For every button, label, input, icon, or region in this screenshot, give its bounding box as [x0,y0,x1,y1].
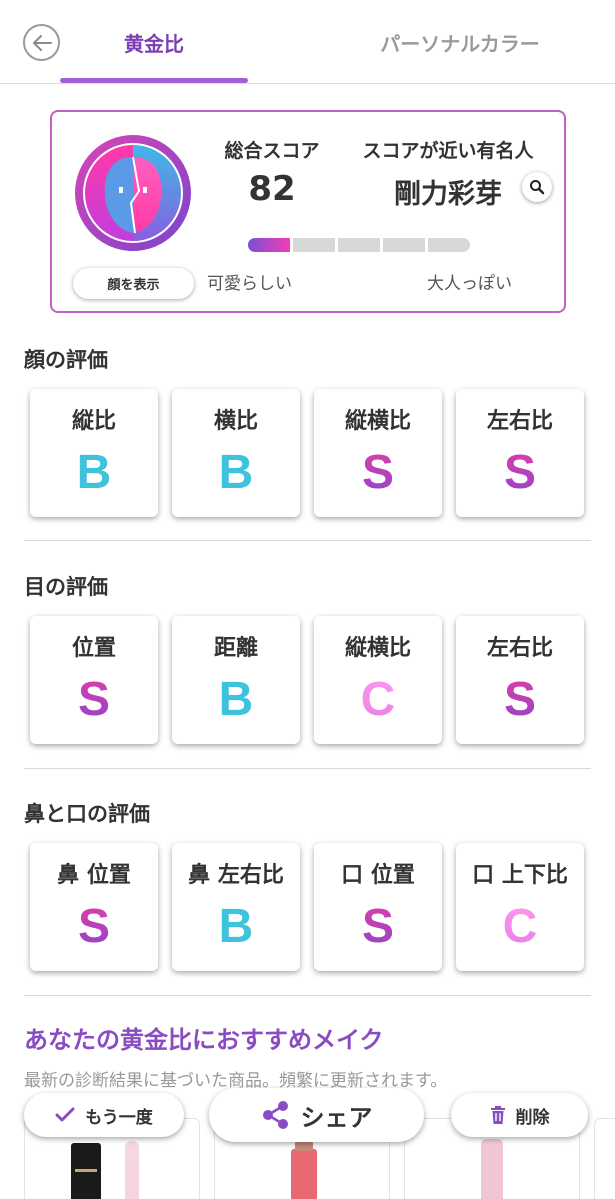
arrow-left-icon [32,34,52,51]
trash-icon [490,1106,506,1124]
grade-value: B [76,446,112,499]
search-icon [530,180,545,195]
section-title-nose-mouth: 鼻と口の評価 [24,802,150,826]
recommendation-title: あなたの黄金比におすすめメイク [24,1026,384,1054]
section-title-eyes: 目の評価 [24,575,108,599]
grade-value: B [218,900,254,953]
grade-label: 横比 [213,409,258,434]
grade-label: 口 位置 [341,863,415,888]
grade-card[interactable]: 位置 S [30,616,158,744]
scale-segment [293,238,335,252]
grade-card[interactable]: 鼻 左右比 B [172,843,300,971]
score-card: 顔を表示 総合スコア 82 スコアが近い有名人 剛力彩芽 可愛らしい 大人っぽい [50,110,566,313]
similar-celebrity-label: スコアが近い有名人 [362,140,534,162]
grade-value: S [456,445,584,500]
grade-card[interactable]: 縦横比 C [314,616,442,744]
grade-card[interactable]: 縦横比 S [314,389,442,517]
scale-label-mature: 大人っぽい [427,274,512,294]
scale-segment [338,238,380,252]
total-score-value: 82 [248,169,296,209]
tab-personal-color[interactable]: パーソナルカラー [340,28,580,58]
grade-card[interactable]: 距離 B [172,616,300,744]
grade-card[interactable]: 左右比 S [456,389,584,517]
delete-button[interactable]: 削除 [451,1093,588,1137]
grade-label: 左右比 [486,636,553,661]
divider [24,995,591,996]
grade-row-nose-mouth: 鼻 位置 S 鼻 左右比 B 口 位置 S 口 上下比 C [30,843,585,971]
share-button[interactable]: シェア [209,1088,424,1142]
grade-card[interactable]: 口 上下比 C [456,843,584,971]
back-button[interactable] [23,24,60,61]
grade-row-face: 縦比 B 横比 B 縦横比 S 左右比 S [30,389,585,517]
check-icon [55,1107,75,1123]
grade-value: S [314,899,442,954]
search-button[interactable] [522,172,552,202]
grade-value: S [314,445,442,500]
face-avatar [73,133,193,253]
grade-label: 縦横比 [344,409,411,434]
divider [24,768,591,769]
similar-celebrity-name: 剛力彩芽 [394,179,502,210]
scale-segment [383,238,425,252]
grade-label: 距離 [213,636,258,661]
grade-value: S [456,672,584,727]
retry-label: もう一度 [85,1107,153,1128]
scale-segment [428,238,470,252]
grade-label: 鼻 左右比 [188,863,284,888]
grade-label: 口 上下比 [472,863,568,888]
grade-value: B [218,446,254,499]
grade-label: 位置 [71,636,116,661]
scale-label-cute: 可愛らしい [207,274,292,294]
share-label: シェア [300,1103,373,1132]
grade-value: S [30,672,158,727]
show-face-button[interactable]: 顔を表示 [73,268,194,299]
grade-value: S [30,899,158,954]
top-bar: 黄金比 パーソナルカラー [0,0,615,84]
tab-golden-ratio[interactable]: 黄金比 [60,28,248,58]
delete-label: 削除 [515,1107,550,1128]
grade-card[interactable]: 左右比 S [456,616,584,744]
grade-value: B [218,673,254,726]
grade-label: 縦比 [71,409,116,434]
active-tab-indicator [60,78,248,83]
divider [24,540,591,541]
product-card[interactable] [594,1118,615,1199]
grade-label: 縦横比 [344,636,411,661]
retry-button[interactable]: もう一度 [24,1093,184,1137]
grade-row-eyes: 位置 S 距離 B 縦横比 C 左右比 S [30,616,585,744]
style-scale [248,238,470,252]
grade-label: 鼻 位置 [57,863,131,888]
grade-label: 左右比 [486,409,553,434]
grade-card[interactable]: 鼻 位置 S [30,843,158,971]
grade-card[interactable]: 横比 B [172,389,300,517]
grade-card[interactable]: 縦比 B [30,389,158,517]
grade-card[interactable]: 口 位置 S [314,843,442,971]
section-title-face: 顔の評価 [24,348,108,372]
face-icon [75,135,191,251]
grade-value: C [456,899,584,954]
grade-value: C [314,672,442,727]
total-score-label: 総合スコア [224,140,320,162]
scale-segment [248,238,290,252]
share-icon [261,1100,291,1130]
